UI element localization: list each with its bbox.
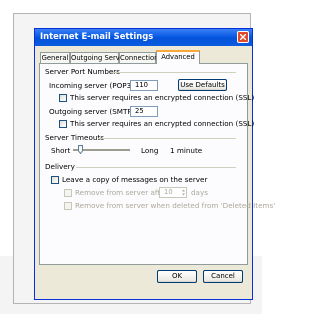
remove-after-checkbox[interactable] [64, 189, 72, 197]
use-defaults-button[interactable]: Use Defaults [178, 79, 227, 91]
remove-deleted-checkbox[interactable] [64, 202, 72, 210]
days-label: days [191, 188, 208, 197]
incoming-server-label: Incoming server (POP3): [49, 81, 137, 90]
incoming-ssl-checkbox[interactable] [59, 94, 67, 102]
tab-outgoing-server[interactable]: Outgoing Server [70, 52, 127, 63]
dialog-title: Internet E-mail Settings [40, 31, 154, 41]
timeout-value: 1 minute [170, 146, 203, 155]
title-bar[interactable]: Internet E-mail Settings [35, 29, 252, 46]
outgoing-port-input[interactable]: 25 [130, 106, 158, 117]
tab-connection[interactable]: Connection [119, 52, 158, 63]
outgoing-ssl-checkbox[interactable] [59, 120, 67, 128]
remove-after-label: Remove from server after [75, 188, 168, 197]
server-timeouts-group-title: Server Timeouts [45, 133, 104, 142]
outgoing-ssl-label: This server requires an encrypted connec… [70, 119, 255, 128]
remove-deleted-label: Remove from server when deleted from 'De… [75, 201, 276, 210]
incoming-port-input[interactable]: 110 [130, 80, 158, 91]
timeout-short-label: Short [51, 146, 71, 155]
outgoing-server-label: Outgoing server (SMTP): [49, 107, 137, 116]
group-divider [110, 72, 236, 73]
internet-email-settings-dialog: Internet E-mail Settings General Outgoin… [34, 28, 275, 300]
cancel-button[interactable]: Cancel [203, 270, 243, 283]
advanced-panel: Server Port Numbers Incoming server (POP… [39, 63, 275, 265]
leave-copy-label: Leave a copy of messages on the server [62, 175, 208, 184]
group-divider [76, 167, 236, 168]
close-icon [240, 34, 246, 40]
timeout-slider-thumb[interactable] [78, 145, 84, 154]
timeout-long-label: Long [141, 146, 159, 155]
leave-copy-checkbox[interactable] [51, 176, 59, 184]
incoming-ssl-label: This server requires an encrypted connec… [70, 93, 255, 102]
tab-advanced[interactable]: Advanced [156, 50, 200, 64]
delivery-group-title: Delivery [45, 162, 75, 171]
spinner-arrows-icon[interactable] [181, 188, 186, 197]
tab-general[interactable]: General [40, 52, 70, 63]
close-button[interactable] [237, 31, 249, 43]
ok-button[interactable]: OK [157, 270, 197, 283]
group-divider [98, 138, 236, 139]
server-ports-group-title: Server Port Numbers [45, 67, 121, 76]
